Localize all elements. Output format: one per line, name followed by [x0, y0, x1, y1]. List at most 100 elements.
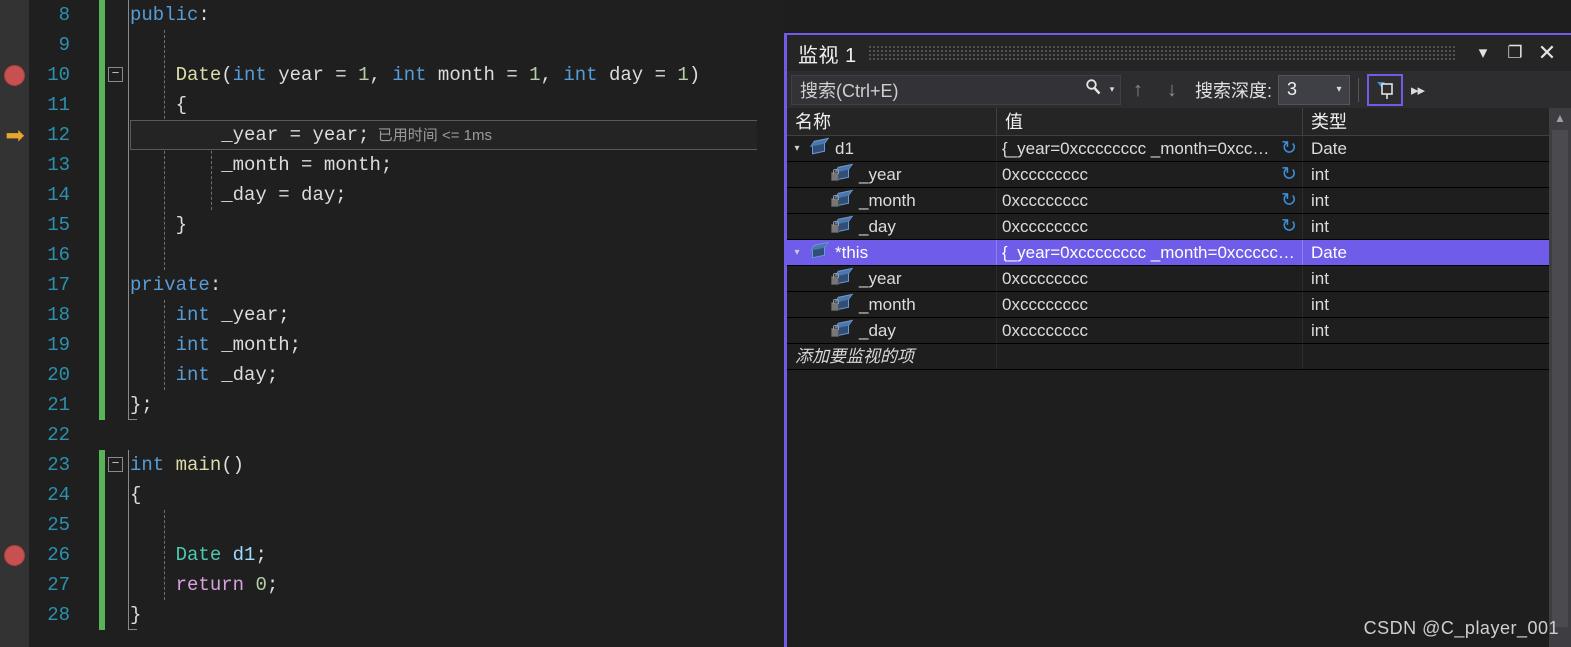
code-text: _day = day;: [130, 184, 347, 206]
code-line[interactable]: 25: [0, 510, 757, 540]
code-line[interactable]: 16: [0, 240, 757, 270]
watch-row-value: 0xcccccccc: [1002, 164, 1088, 184]
chevron-down-icon[interactable]: ▾: [1329, 84, 1349, 95]
watch-row-name-cell[interactable]: _month: [787, 188, 997, 213]
refresh-icon[interactable]: ↻: [1276, 190, 1302, 212]
search-next-icon[interactable]: ↓: [1155, 75, 1189, 105]
code-line[interactable]: 24 {: [0, 480, 757, 510]
column-header-type[interactable]: 类型: [1303, 108, 1571, 135]
add-watch-name-cell[interactable]: 添加要监视的项: [787, 344, 997, 369]
add-watch-type-cell: [1303, 344, 1571, 369]
watch-toolbar[interactable]: 搜索(Ctrl+E) ▾ ↑ ↓ 搜索深度: 3 ▾ ▸▸: [787, 71, 1571, 108]
search-options-caret-icon[interactable]: ▾: [1104, 84, 1120, 95]
column-header-value[interactable]: 值: [997, 108, 1303, 135]
line-number: 18: [47, 304, 70, 326]
line-number: 24: [47, 484, 70, 506]
code-line[interactable]: 9: [0, 30, 757, 60]
watch-row-value: {_year=0xcccccccc _month=0xccccccc...: [1002, 242, 1302, 262]
watch-row-value-cell[interactable]: {_year=0xcccccccc _month=0xcccc... ↻: [997, 136, 1303, 161]
panel-dropdown-icon[interactable]: ▾: [1467, 36, 1499, 70]
watch-titlebar[interactable]: 监视 1 ▾ ❐ ✕: [787, 35, 1571, 71]
watch-row-value-cell[interactable]: 0xcccccccc: [997, 292, 1303, 317]
watch-row-name-cell[interactable]: ▾ d1: [787, 136, 997, 161]
watch-row-value-cell[interactable]: {_year=0xcccccccc _month=0xccccccc...: [997, 240, 1303, 265]
code-line[interactable]: 26 Date d1;: [0, 540, 757, 570]
code-editor[interactable]: ➡ 8 public: 9 10− Date(int year = 1, int mo…: [0, 0, 786, 647]
fold-toggle-icon[interactable]: −: [108, 457, 123, 472]
code-text: {: [130, 484, 142, 506]
code-line[interactable]: 14 _day = day;: [0, 180, 757, 210]
watch-row-name-cell[interactable]: _year: [787, 162, 997, 187]
code-text: Date(int year = 1, int month = 1, int da…: [175, 64, 701, 86]
watch-row-value-cell[interactable]: 0xcccccccc: [997, 266, 1303, 291]
watch-grid[interactable]: 名称 值 类型 ▾ d1 {_year=0xcccccccc _month=0xcc…: [787, 108, 1571, 647]
watch-row-value-cell[interactable]: 0xcccccccc ↻: [997, 188, 1303, 213]
watch-row[interactable]: ▾ *this {_year=0xcccccccc _month=0xccccccc…: [787, 240, 1571, 266]
panel-maximize-icon[interactable]: ❐: [1499, 36, 1531, 70]
code-line[interactable]: 13 _month = month;: [0, 150, 757, 180]
watch-row[interactable]: _year 0xcccccccc int: [787, 266, 1571, 292]
code-line[interactable]: 23 − int main(): [0, 450, 757, 480]
watch-row-name: _day: [859, 216, 896, 236]
code-line[interactable]: 28}: [0, 600, 757, 630]
refresh-icon[interactable]: ↻: [1276, 216, 1302, 238]
scroll-up-icon[interactable]: ▲: [1549, 108, 1571, 128]
vs-debug-screenshot: ➡ 8 public: 9 10− Date(int year = 1, int mo…: [0, 0, 1571, 647]
search-icon[interactable]: [1082, 78, 1104, 101]
code-line[interactable]: 22: [0, 420, 757, 450]
code-line[interactable]: 21};: [0, 390, 757, 420]
watch-row-name-cell[interactable]: _year: [787, 266, 997, 291]
toolbar-overflow-icon[interactable]: ▸▸: [1411, 81, 1425, 99]
code-line[interactable]: 10 − Date(int year = 1, int month = 1, in…: [0, 60, 757, 90]
watch-row[interactable]: _day 0xcccccccc int: [787, 318, 1571, 344]
panel-drag-handle[interactable]: [868, 46, 1455, 60]
watch-row-name-cell[interactable]: _day: [787, 318, 997, 343]
refresh-icon[interactable]: ↻: [1276, 164, 1302, 186]
code-line[interactable]: 19 int _month;: [0, 330, 757, 360]
watch-row-value-cell[interactable]: 0xcccccccc: [997, 318, 1303, 343]
code-line[interactable]: 12 _year = year; 已用时间 <= 1ms: [0, 120, 757, 150]
watch-row-name: _month: [859, 190, 916, 210]
watch-row-type: int: [1311, 216, 1329, 236]
grid-body[interactable]: ▾ d1 {_year=0xcccccccc _month=0xcccc... ↻ Da…: [787, 136, 1571, 370]
line-number: 20: [47, 364, 70, 386]
watch-vertical-scrollbar[interactable]: ▲: [1549, 108, 1571, 647]
search-placeholder-text: 搜索(Ctrl+E): [800, 80, 899, 101]
code-line[interactable]: 11 {: [0, 90, 757, 120]
watch-row-value-cell[interactable]: 0xcccccccc ↻: [997, 214, 1303, 239]
search-input[interactable]: 搜索(Ctrl+E) ▾: [791, 74, 1121, 105]
watch-row[interactable]: _month 0xcccccccc ↻ int: [787, 188, 1571, 214]
add-watch-row[interactable]: 添加要监视的项: [787, 344, 1571, 370]
watch-row-type-cell: int: [1303, 162, 1571, 187]
watch-row-value: {_year=0xcccccccc _month=0xcccc...: [1002, 138, 1276, 158]
scrollbar-thumb[interactable]: [1552, 130, 1568, 627]
watch-row-name-cell[interactable]: _month: [787, 292, 997, 317]
code-line[interactable]: 15 }: [0, 210, 757, 240]
code-text: }: [130, 214, 188, 236]
watch-row[interactable]: _month 0xcccccccc int: [787, 292, 1571, 318]
watch-row-type-cell: int: [1303, 214, 1571, 239]
code-line[interactable]: 27 return 0;: [0, 570, 757, 600]
code-line[interactable]: 17 private:: [0, 270, 757, 300]
watch-row[interactable]: _year 0xcccccccc ↻ int: [787, 162, 1571, 188]
code-line[interactable]: 20 int _day;: [0, 360, 757, 390]
panel-close-icon[interactable]: ✕: [1531, 36, 1563, 70]
refresh-icon[interactable]: ↻: [1276, 138, 1302, 160]
code-line[interactable]: 18 int _year;: [0, 300, 757, 330]
search-depth-select[interactable]: 3 ▾: [1278, 74, 1351, 105]
watch-row[interactable]: ▾ d1 {_year=0xcccccccc _month=0xcccc... ↻ Da…: [787, 136, 1571, 162]
line-number: 26: [47, 544, 70, 566]
pin-icon[interactable]: [1367, 73, 1404, 106]
watch-row[interactable]: _day 0xcccccccc ↻ int: [787, 214, 1571, 240]
search-prev-icon[interactable]: ↑: [1121, 75, 1155, 105]
search-depth-label: 搜索深度:: [1195, 80, 1273, 101]
watch-row-name-cell[interactable]: _day: [787, 214, 997, 239]
watch-row-name-cell[interactable]: ▾ *this: [787, 240, 997, 265]
tree-expander-icon[interactable]: ▾: [787, 136, 807, 161]
code-line[interactable]: 8 public:: [0, 0, 757, 30]
watch-panel[interactable]: 监视 1 ▾ ❐ ✕ 搜索(Ctrl+E) ▾ ↑ ↓ 搜索深度: 3 ▾ ▸▸…: [784, 33, 1571, 647]
tree-expander-icon[interactable]: ▾: [787, 240, 807, 265]
fold-toggle-icon[interactable]: −: [108, 67, 123, 82]
watch-row-value-cell[interactable]: 0xcccccccc ↻: [997, 162, 1303, 187]
column-header-name[interactable]: 名称: [787, 108, 997, 135]
